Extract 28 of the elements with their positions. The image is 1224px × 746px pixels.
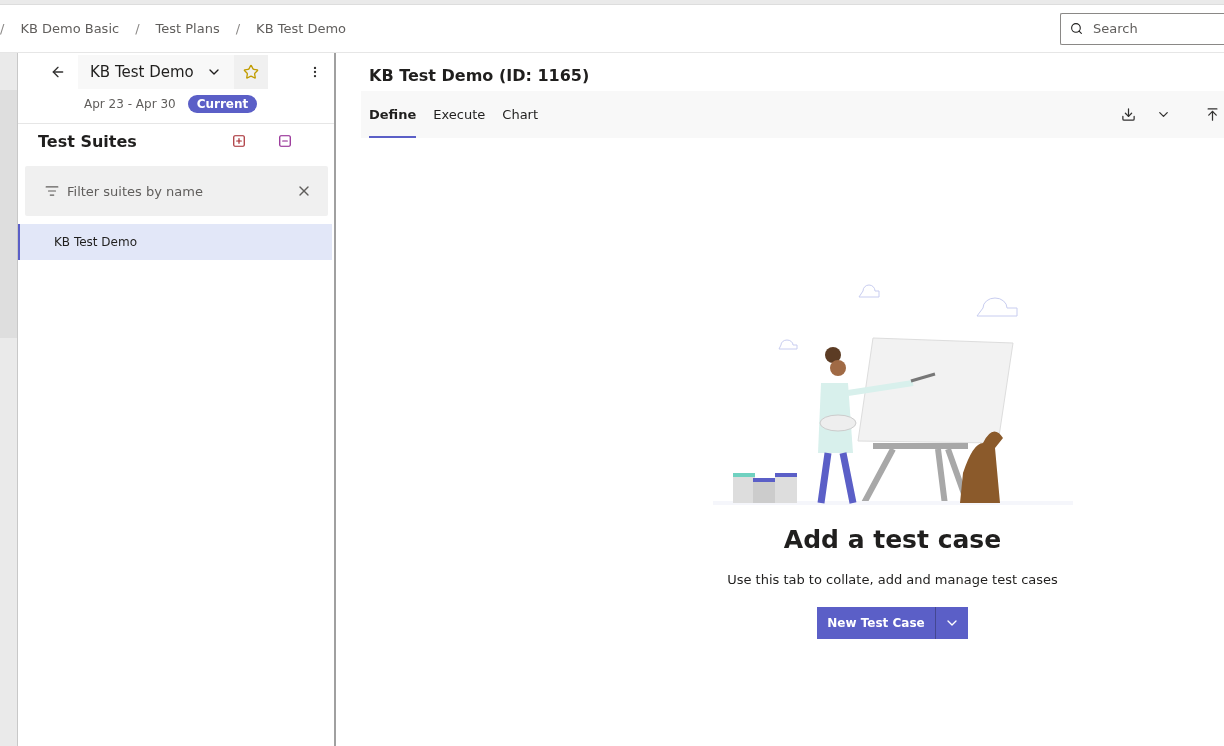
download-icon — [1121, 107, 1136, 122]
new-options-button[interactable] — [935, 607, 968, 639]
breadcrumb-separator: / — [135, 21, 140, 36]
plan-dates: Apr 23 - Apr 30 — [84, 97, 176, 111]
star-icon — [242, 64, 259, 80]
breadcrumb-separator: / — [0, 21, 5, 36]
search-icon — [1070, 21, 1083, 35]
new-test-case-button[interactable]: New Test Case — [817, 607, 936, 639]
collapse-icon — [278, 134, 292, 148]
filter-field[interactable]: Filter suites by name — [25, 166, 328, 216]
suite-item[interactable]: KB Test Demo — [18, 224, 332, 260]
suites-title: Test Suites — [38, 131, 138, 151]
current-badge: Current — [187, 95, 258, 113]
breadcrumb-link[interactable]: KB Test Demo — [256, 21, 347, 36]
tab[interactable]: Execute — [433, 91, 486, 138]
breadcrumb-separator: / — [235, 21, 241, 36]
breadcrumb-link[interactable]: Test Plans — [155, 21, 220, 36]
expand-icon — [232, 134, 246, 148]
upload-icon — [1205, 107, 1220, 122]
search-field[interactable]: Search — [1060, 12, 1224, 45]
empty-heading: Add a test case — [783, 525, 1002, 554]
breadcrumb-link[interactable]: KB Demo Basic — [20, 21, 120, 36]
filter-icon — [45, 184, 59, 198]
tab[interactable]: Define — [369, 91, 417, 138]
tab[interactable]: Chart — [502, 91, 539, 138]
plan-title: KB Test Demo (ID: 1165) — [368, 65, 591, 87]
plan-picker[interactable]: KB Test Demo — [78, 55, 234, 89]
empty-description: Use this tab to collate, add and manage test cases — [727, 572, 1058, 587]
